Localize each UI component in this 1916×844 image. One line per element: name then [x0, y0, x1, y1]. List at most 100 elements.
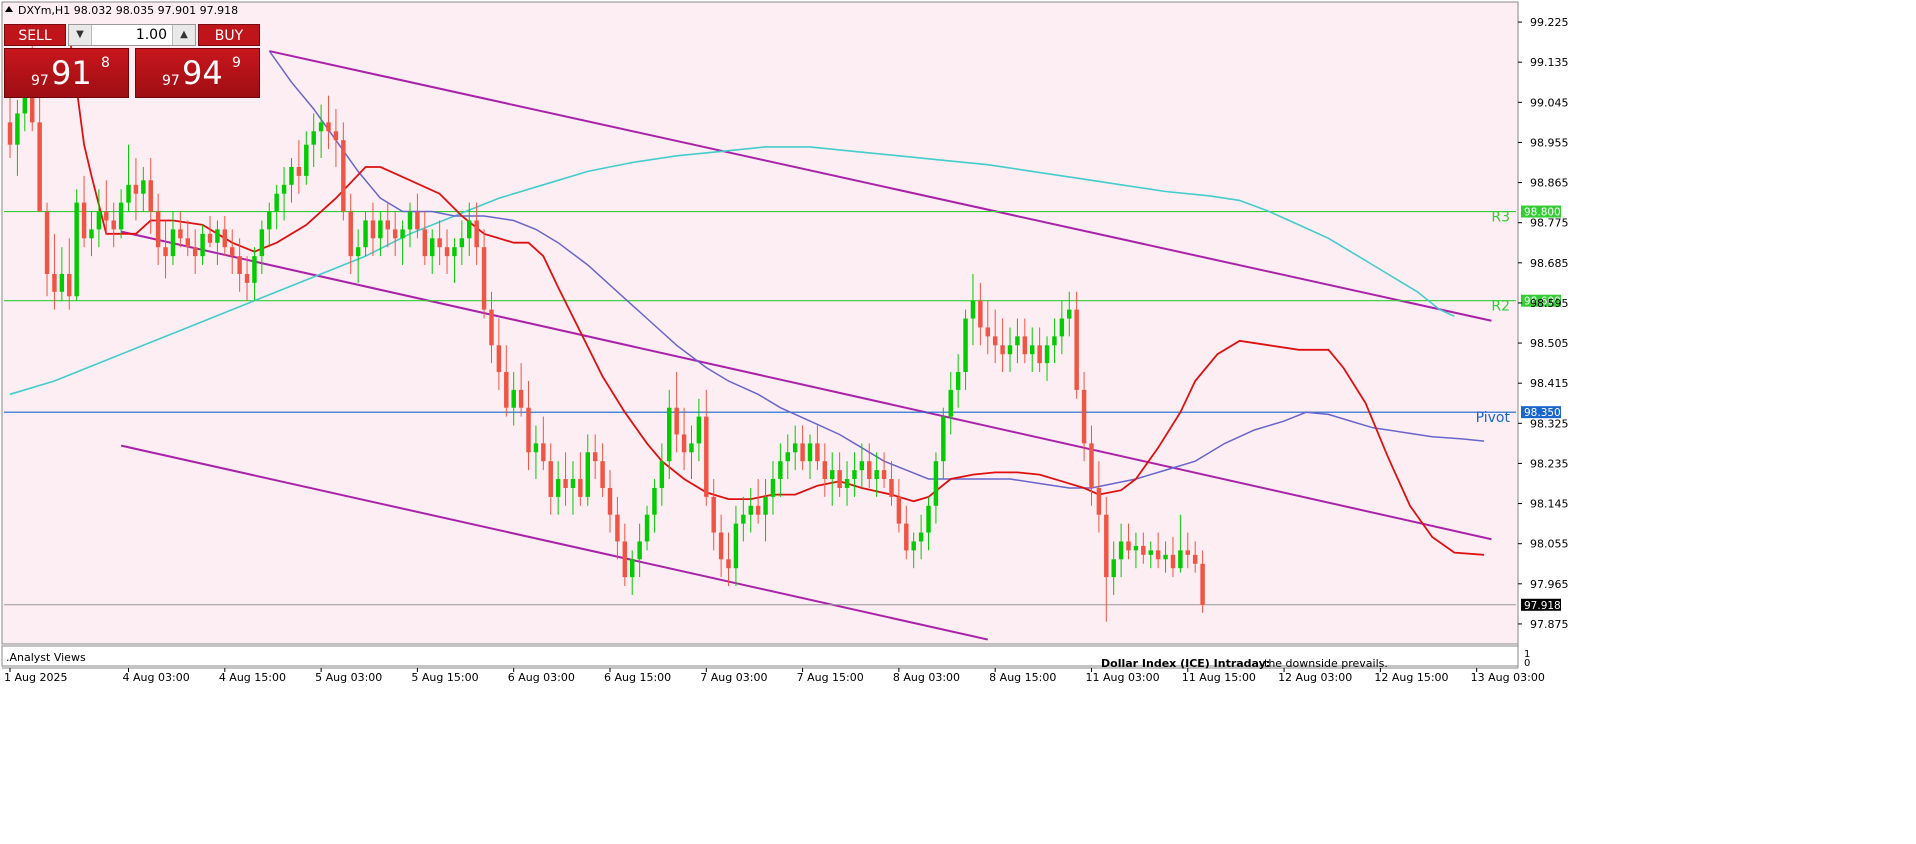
y-tick-label: 98.235 — [1530, 457, 1569, 470]
lot-size-value[interactable]: 1.00 — [93, 25, 171, 45]
ask-price-button[interactable]: 97 94 9 — [135, 48, 260, 98]
candle — [74, 189, 79, 301]
candle-body — [674, 407, 679, 435]
candle-body — [215, 229, 220, 243]
candle-body — [696, 416, 702, 444]
candle-body — [555, 479, 561, 497]
bid-price-point: 8 — [101, 55, 110, 71]
y-tick-label: 98.325 — [1530, 417, 1569, 430]
candle-body — [1044, 345, 1050, 364]
candle-body — [778, 461, 783, 480]
candle-body — [681, 434, 687, 453]
candle-body — [318, 122, 324, 132]
candle-body — [533, 443, 539, 453]
candle-body — [30, 95, 35, 123]
candle-body — [15, 113, 20, 145]
buy-button[interactable]: BUY — [198, 24, 260, 46]
candle-body — [585, 452, 590, 497]
candle-body — [689, 443, 694, 453]
price-chart[interactable]: R3 98.800R2 98.600Pivot 98.35097.918 99.225… — [0, 0, 1916, 840]
candle-body — [1015, 336, 1020, 346]
candle-body — [1141, 545, 1146, 555]
candle-body — [474, 220, 479, 248]
main-plot-area — [1, 1, 1519, 645]
candle-body — [133, 184, 139, 194]
lot-size-field[interactable]: ▼ 1.00 ▲ — [68, 24, 196, 46]
candle-body — [481, 247, 487, 310]
candle-body — [970, 300, 976, 319]
level-name-pivot: Pivot — [1476, 410, 1511, 426]
candle-body — [1133, 545, 1139, 551]
candle-body — [941, 416, 946, 462]
candle-body — [7, 122, 13, 145]
candle-body — [889, 479, 894, 497]
candle-body — [185, 238, 190, 248]
y-tick-label: 98.505 — [1530, 337, 1569, 350]
annotation-text: the downside prevails. — [1264, 657, 1388, 670]
candle-body — [911, 541, 916, 551]
candle-body — [1185, 550, 1190, 555]
candle-body — [104, 211, 109, 221]
x-tick-label: 6 Aug 15:00 — [604, 671, 671, 684]
candle-body — [200, 233, 205, 257]
candle-body — [748, 505, 753, 515]
candle-body — [437, 238, 442, 248]
candle-body — [37, 122, 42, 212]
candle-body — [837, 470, 842, 488]
candle-body — [874, 470, 879, 480]
candle-body — [207, 233, 213, 243]
indicator-name: .Analyst Views — [6, 651, 86, 664]
level-name-r2: R2 — [1491, 299, 1510, 315]
candle-body — [1200, 563, 1205, 605]
bid-price-prefix: 97 — [31, 73, 49, 89]
sell-button[interactable]: SELL — [4, 24, 66, 46]
candle-body — [1022, 336, 1028, 355]
candle-body — [570, 479, 576, 488]
candle-body — [1081, 389, 1087, 444]
lot-decrease-icon[interactable]: ▼ — [69, 25, 92, 45]
candle-body — [304, 144, 309, 176]
candle-body — [926, 505, 931, 533]
candle-body — [1111, 559, 1116, 578]
candle-body — [44, 211, 50, 274]
candle-body — [459, 238, 465, 248]
y-tick-label: 99.045 — [1530, 96, 1569, 109]
candle-body — [311, 131, 316, 145]
candle-body — [770, 479, 776, 497]
candle-body — [1192, 554, 1198, 564]
chart-window: R3 98.800 R2 98.600 Pivot 98.350 97.918 99.225… — [0, 0, 1916, 840]
candle-body — [859, 461, 865, 471]
x-tick-label: 8 Aug 03:00 — [893, 671, 960, 684]
x-tick-label: 5 Aug 03:00 — [315, 671, 382, 684]
candle-body — [259, 229, 265, 257]
candle-body — [541, 443, 546, 462]
x-tick-label: 7 Aug 03:00 — [700, 671, 767, 684]
x-tick-label: 8 Aug 15:00 — [989, 671, 1056, 684]
y-tick-label: 98.955 — [1530, 136, 1569, 149]
candle-body — [711, 496, 716, 533]
level-name-r3: R3 — [1491, 210, 1510, 226]
candle-body — [237, 256, 242, 274]
candle-body — [578, 479, 583, 497]
candle-body — [341, 140, 346, 212]
bid-price-button[interactable]: 97 91 8 — [4, 48, 129, 98]
y-tick-label: 97.875 — [1530, 618, 1569, 631]
candle-body — [1000, 345, 1005, 355]
candle-body — [326, 122, 331, 132]
candle-body — [822, 461, 828, 480]
candle-body — [1178, 550, 1183, 569]
candle-body — [896, 496, 902, 524]
candle-body — [430, 238, 435, 257]
x-tick-label: 11 Aug 15:00 — [1182, 671, 1256, 684]
candle-body — [1155, 550, 1161, 560]
candle-body — [96, 211, 102, 230]
lot-increase-icon[interactable]: ▲ — [172, 25, 195, 45]
candle-body — [363, 220, 368, 248]
candle-body — [526, 407, 531, 453]
candle-body — [985, 327, 990, 337]
indicator-scale-bottom: 0 — [1524, 658, 1530, 669]
candle-body — [192, 247, 198, 257]
candle-body — [489, 309, 494, 346]
candle-body — [659, 461, 665, 488]
candle-body — [844, 479, 850, 488]
